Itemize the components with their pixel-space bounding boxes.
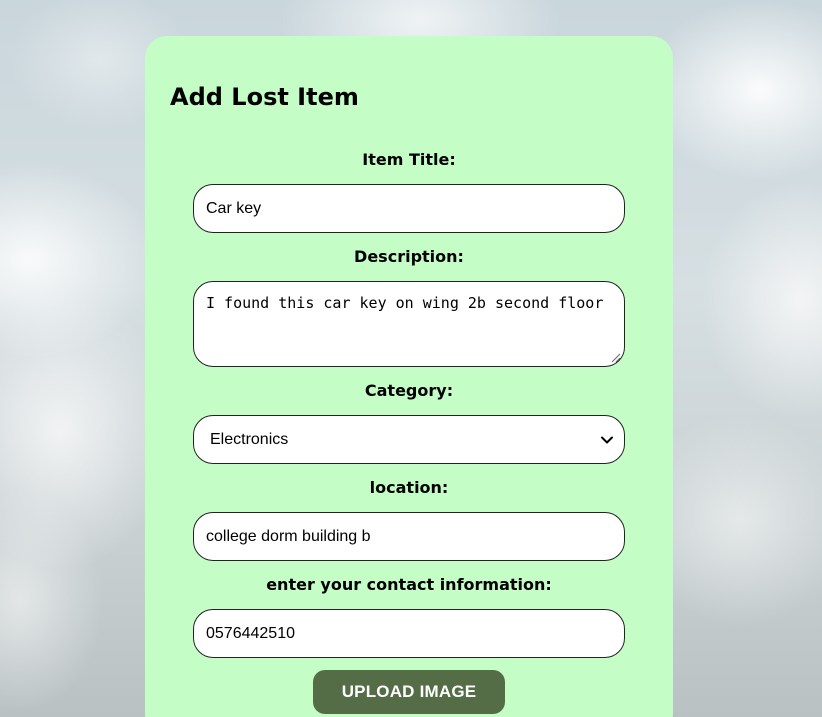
category-select[interactable]: Electronics — [193, 415, 625, 464]
chevron-down-icon — [601, 436, 613, 443]
page-title: Add Lost Item — [170, 83, 359, 111]
upload-image-button[interactable]: UPLOAD IMAGE — [313, 670, 505, 714]
description-label: Description: — [354, 247, 464, 266]
add-lost-item-card: Add Lost Item Item Title: Description: I… — [145, 36, 673, 717]
contact-label: enter your contact information: — [266, 575, 552, 594]
category-selected-value: Electronics — [210, 430, 289, 448]
item-title-label: Item Title: — [362, 150, 456, 169]
category-label: Category: — [364, 381, 454, 400]
location-input[interactable] — [193, 512, 625, 561]
contact-input[interactable] — [193, 609, 625, 658]
item-title-input[interactable] — [193, 184, 625, 233]
description-textarea[interactable]: I found this car key on wing 2b second f… — [193, 281, 625, 367]
location-label: location: — [369, 478, 449, 497]
